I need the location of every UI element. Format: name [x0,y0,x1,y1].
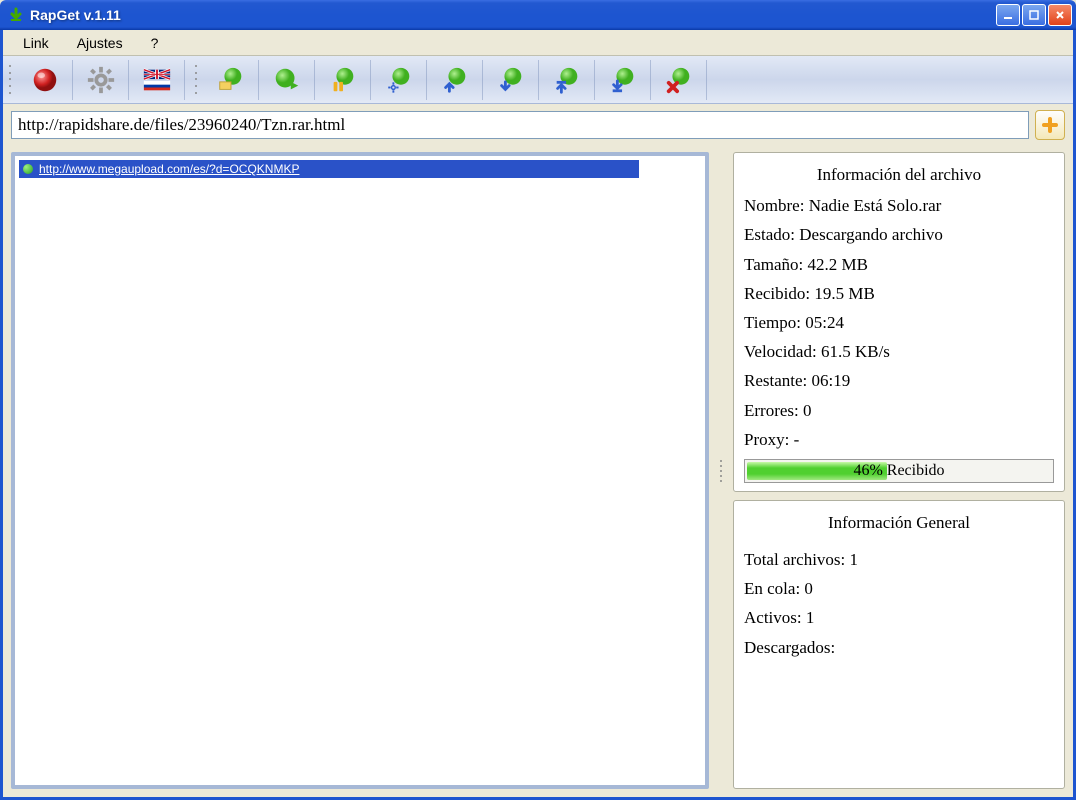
total-files-line: Total archivos: 1 [744,546,1054,573]
file-name-line: Nombre: Nadie Está Solo.rar [744,192,1054,219]
list-item-url: http://www.megaupload.com/es/?d=OCQKNMKP [39,162,299,176]
toolbar-grip [7,63,13,97]
info-panels: Información del archivo Nombre: Nadie Es… [733,152,1065,789]
url-row [3,104,1073,146]
main-area: http://www.megaupload.com/es/?d=OCQKNMKP… [3,146,1073,797]
downloaded-line: Descargados: [744,634,1054,661]
file-time-line: Tiempo: 05:24 [744,309,1054,336]
close-button[interactable] [1048,4,1072,26]
toolbar-grip-2 [193,63,199,97]
splitter[interactable] [717,152,725,789]
url-input[interactable] [11,111,1029,139]
progress-bar: 46% Recibido [744,459,1054,483]
active-line: Activos: 1 [744,604,1054,631]
menubar: Link Ajustes ? [3,30,1073,56]
configure-button[interactable] [371,60,427,100]
menu-settings[interactable]: Ajustes [63,33,137,53]
settings-button[interactable] [73,60,129,100]
remove-button[interactable] [651,60,707,100]
maximize-button[interactable] [1022,4,1046,26]
window-title: RapGet v.1.11 [30,7,996,23]
file-speed-line: Velocidad: 61.5 KB/s [744,338,1054,365]
general-info-panel: Información General Total archivos: 1 En… [733,500,1065,789]
move-down-button[interactable] [483,60,539,100]
language-button[interactable] [129,60,185,100]
file-size-line: Tamaño: 42.2 MB [744,251,1054,278]
app-icon [8,7,24,23]
status-dot-icon [23,164,33,174]
download-list[interactable]: http://www.megaupload.com/es/?d=OCQKNMKP [11,152,709,789]
file-received-line: Recibido: 19.5 MB [744,280,1054,307]
open-button[interactable] [203,60,259,100]
menu-help[interactable]: ? [137,33,173,53]
file-proxy-line: Proxy: - [744,426,1054,453]
move-up-button[interactable] [427,60,483,100]
record-button[interactable] [17,60,73,100]
queue-line: En cola: 0 [744,575,1054,602]
progress-text: 46% Recibido [745,460,1053,482]
move-top-button[interactable] [539,60,595,100]
general-info-title: Información General [744,509,1054,536]
pause-button[interactable] [315,60,371,100]
file-remaining-line: Restante: 06:19 [744,367,1054,394]
toolbar [3,56,1073,104]
titlebar: RapGet v.1.11 [0,0,1076,30]
menu-link[interactable]: Link [9,33,63,53]
file-info-title: Información del archivo [744,161,1054,188]
file-errors-line: Errores: 0 [744,397,1054,424]
play-button[interactable] [259,60,315,100]
list-item[interactable]: http://www.megaupload.com/es/?d=OCQKNMKP [19,160,639,178]
add-url-button[interactable] [1035,110,1065,140]
file-state-line: Estado: Descargando archivo [744,221,1054,248]
move-bottom-button[interactable] [595,60,651,100]
file-info-panel: Información del archivo Nombre: Nadie Es… [733,152,1065,492]
minimize-button[interactable] [996,4,1020,26]
